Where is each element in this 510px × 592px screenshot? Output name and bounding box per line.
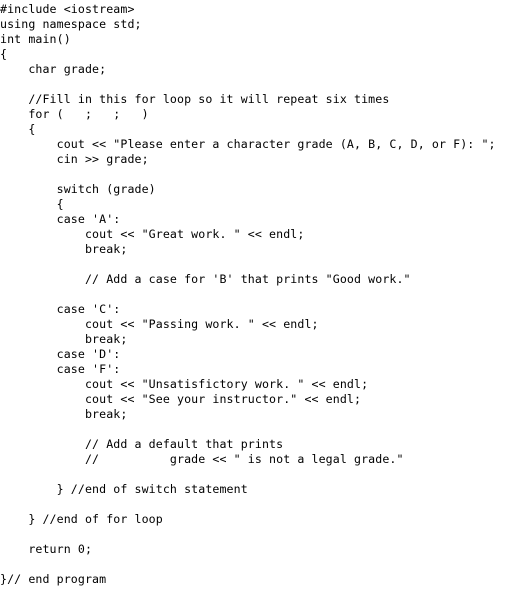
code-line: case 'C': <box>0 302 121 316</box>
code-line: return 0; <box>0 542 93 556</box>
code-listing: #include <iostream> using namespace std; i… <box>0 2 496 587</box>
code-line: break; <box>0 332 128 346</box>
code-line: cin >> grade; <box>0 152 149 166</box>
code-line: // Add a case for 'B' that prints "Good … <box>0 272 411 286</box>
code-line: // Add a default that prints <box>0 437 284 451</box>
code-line: switch (grade) <box>0 182 156 196</box>
code-line: cout << "Please enter a character grade … <box>0 137 496 151</box>
code-line: } //end of switch statement <box>0 482 248 496</box>
code-line: case 'F': <box>0 362 121 376</box>
code-line: break; <box>0 407 128 421</box>
code-line: { <box>0 122 36 136</box>
code-line: { <box>0 47 8 61</box>
code-line: case 'D': <box>0 347 121 361</box>
code-line: cout << "See your instructor." << endl; <box>0 392 362 406</box>
code-line: } //end of for loop <box>0 512 163 526</box>
code-line: { <box>0 197 64 211</box>
code-line: case 'A': <box>0 212 121 226</box>
code-line: break; <box>0 242 128 256</box>
code-line: #include <iostream> <box>0 2 135 16</box>
code-line: //Fill in this for loop so it will repea… <box>0 92 390 106</box>
code-line: char grade; <box>0 62 107 76</box>
code-line: int main() <box>0 32 71 46</box>
code-line: for ( ; ; ) <box>0 107 149 121</box>
code-line: cout << "Passing work. " << endl; <box>0 317 319 331</box>
code-line: // grade << " is not a legal grade." <box>0 452 404 466</box>
code-line: using namespace std; <box>0 17 142 31</box>
code-line: cout << "Unsatisfictory work. " << endl; <box>0 377 369 391</box>
code-line: }// end program <box>0 572 107 586</box>
code-line: cout << "Great work. " << endl; <box>0 227 305 241</box>
